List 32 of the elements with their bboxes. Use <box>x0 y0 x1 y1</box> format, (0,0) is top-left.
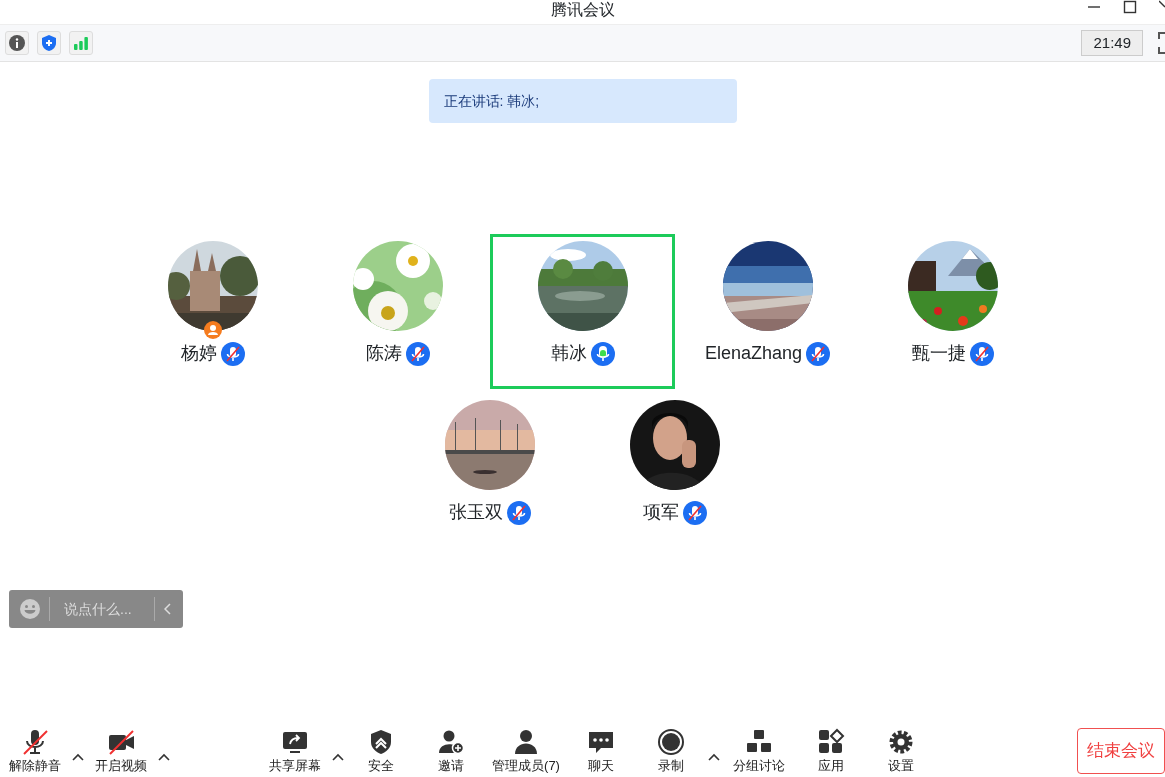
participant-name: 项军 <box>643 501 679 524</box>
chat-input-field[interactable]: 说点什么... <box>9 590 183 628</box>
participant-name: 韩冰 <box>550 342 587 365</box>
participant-name: ElenaZhang <box>704 342 803 365</box>
maximize-icon[interactable] <box>1123 0 1137 14</box>
clock-time: 21:49 <box>1081 29 1143 57</box>
settings-button[interactable]: 设置 <box>866 728 936 776</box>
fullscreen-icon[interactable] <box>1157 32 1165 54</box>
window-title: 腾讯会议 <box>550 0 615 20</box>
chat-bubble-button[interactable]: 聊天 <box>566 728 636 776</box>
person-button[interactable]: 管理成员(7) <box>486 728 566 776</box>
microphone-button[interactable]: 解除静音 <box>0 728 70 776</box>
grid-blocks-button[interactable]: 分组讨论 <box>724 728 794 776</box>
participant-name: 张玉双 <box>449 501 503 524</box>
apps-button[interactable]: 应用 <box>796 728 866 776</box>
participant-name: 陈涛 <box>365 342 402 365</box>
shield-icon <box>41 35 57 51</box>
add-person-button[interactable]: 邀请 <box>416 728 486 776</box>
shield-button[interactable] <box>37 31 61 55</box>
camera-button[interactable]: 开启视频 <box>86 728 156 776</box>
participant-name: 甄一捷 <box>911 342 966 365</box>
info-icon <box>9 35 25 51</box>
speaking-banner: 正在讲话: 韩冰; <box>428 79 737 123</box>
shield-button[interactable]: 安全 <box>346 728 416 776</box>
record-button[interactable]: 录制 <box>636 728 706 776</box>
chat-input[interactable]: 说点什么... <box>58 598 154 620</box>
participant-name: 杨婷 <box>180 342 217 365</box>
end-meeting-button[interactable]: 结束会议 <box>1077 728 1165 774</box>
signal-icon <box>73 35 89 51</box>
collapse-icon[interactable] <box>164 603 172 615</box>
share-screen-button[interactable]: 共享屏幕 <box>260 728 330 776</box>
info-button[interactable] <box>5 31 29 55</box>
